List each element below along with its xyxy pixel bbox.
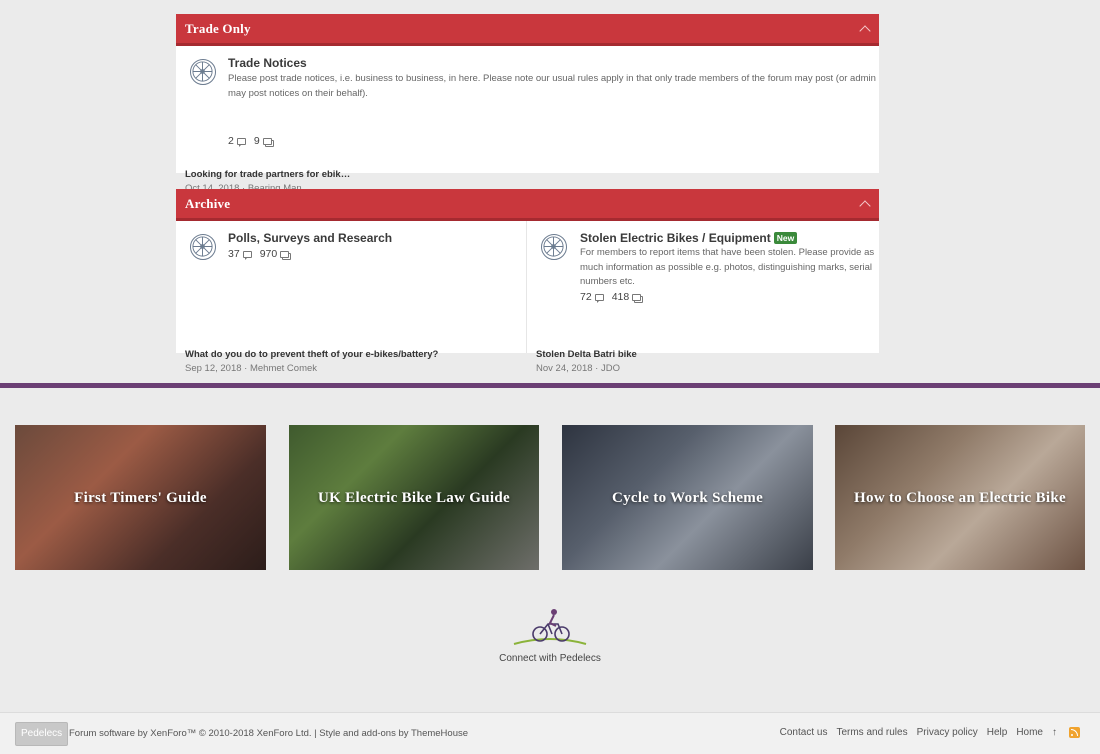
message-count-icon bbox=[280, 250, 290, 258]
forum-description-line: may post notices on their behalf). bbox=[228, 87, 368, 99]
thread-count: 37 bbox=[228, 248, 240, 260]
thread-count: 2 bbox=[228, 135, 234, 147]
forum-stats: 72 418 bbox=[580, 291, 645, 303]
latest-post-title[interactable]: What do you do to prevent theft of your … bbox=[185, 348, 515, 362]
forum-description-line: numbers etc. bbox=[580, 276, 635, 287]
forum-description: For members to report items that have be… bbox=[580, 246, 876, 290]
help-link[interactable]: Help bbox=[987, 727, 1008, 738]
chevron-up-icon[interactable] bbox=[859, 24, 871, 37]
forum-title-polls[interactable]: Polls, Surveys and Research bbox=[228, 231, 392, 245]
thread-count-icon bbox=[236, 137, 246, 147]
home-link[interactable]: Home bbox=[1016, 727, 1043, 738]
forum-title-stolen-link[interactable]: Stolen Electric Bikes / Equipment bbox=[580, 231, 771, 245]
thread-count-icon bbox=[242, 250, 252, 260]
trade-category-title[interactable]: Trade Only bbox=[185, 21, 251, 37]
latest-post-meta[interactable]: Sep 12, 2018 · Mehmet Comek bbox=[185, 362, 515, 376]
latest-post: Stolen Delta Batri bike Nov 24, 2018 · J… bbox=[536, 348, 866, 376]
forum-description-line: Please post trade notices, i.e. business… bbox=[228, 73, 876, 84]
footer-links: Contact us Terms and rules Privacy polic… bbox=[771, 727, 1080, 738]
connect-label: Connect with Pedelecs bbox=[499, 653, 601, 664]
latest-post-title[interactable]: Looking for trade partners for ebik… bbox=[185, 168, 435, 182]
trade-category-header[interactable]: Trade Only bbox=[176, 14, 879, 46]
archive-category-title[interactable]: Archive bbox=[185, 196, 230, 212]
back-to-top-icon[interactable]: ↑ bbox=[1052, 727, 1057, 738]
terms-link[interactable]: Terms and rules bbox=[836, 727, 907, 738]
archive-panel: Polls, Surveys and Research 37 970 What … bbox=[176, 221, 879, 374]
message-count: 9 bbox=[253, 135, 260, 147]
message-count: 418 bbox=[611, 291, 630, 303]
forum-title-stolen: Stolen Electric Bikes / Equipment New bbox=[580, 231, 798, 245]
tile-cycle-to-work-label[interactable]: Cycle to Work Scheme bbox=[602, 488, 773, 508]
tile-choose-bike-label[interactable]: How to Choose an Electric Bike bbox=[844, 488, 1076, 508]
latest-post: What do you do to prevent theft of your … bbox=[185, 348, 515, 376]
forum-wheel-icon bbox=[541, 234, 567, 260]
latest-post-title[interactable]: Stolen Delta Batri bike bbox=[536, 348, 866, 362]
style-chooser-button[interactable]: Pedelecs bbox=[15, 722, 69, 746]
forum-stats: 37 970 bbox=[228, 248, 293, 260]
forum-description-line: much information as possible e.g. photos… bbox=[580, 261, 873, 273]
archive-category: Archive Polls, Surveys and Research 37 9… bbox=[176, 189, 879, 374]
trade-notices-forum: Trade Notices Please post trade notices,… bbox=[176, 46, 879, 194]
forum-wheel-icon bbox=[190, 234, 216, 260]
tile-cycle-to-work[interactable]: Cycle to Work Scheme bbox=[562, 425, 813, 570]
tile-uk-law[interactable]: UK Electric Bike Law Guide bbox=[289, 425, 539, 570]
trade-category: Trade Only Trade Notices Please post tra… bbox=[176, 14, 879, 194]
tile-first-timers[interactable]: First Timers' Guide bbox=[15, 425, 266, 570]
rss-icon[interactable] bbox=[1069, 727, 1080, 738]
latest-post-meta[interactable]: Nov 24, 2018 · JDO bbox=[536, 362, 866, 376]
forum-description: Please post trade notices, i.e. business… bbox=[228, 72, 876, 101]
forum-description-line: For members to report items that have be… bbox=[580, 247, 875, 258]
tile-uk-law-label[interactable]: UK Electric Bike Law Guide bbox=[308, 488, 520, 508]
section-divider bbox=[0, 383, 1100, 388]
footer: Pedelecs Forum software by XenForo™ © 20… bbox=[0, 712, 1100, 754]
message-count-icon bbox=[632, 293, 642, 301]
forum-stats: 2 9 bbox=[228, 135, 276, 147]
archive-category-header[interactable]: Archive bbox=[176, 189, 879, 221]
new-badge: New bbox=[773, 232, 798, 244]
forum-wheel-icon bbox=[190, 59, 216, 85]
chevron-up-icon[interactable] bbox=[859, 199, 871, 212]
thread-count: 72 bbox=[580, 291, 592, 303]
thread-count-icon bbox=[594, 293, 604, 303]
copyright: Forum software by XenForo™ © 2010-2018 X… bbox=[69, 728, 469, 739]
tile-first-timers-label[interactable]: First Timers' Guide bbox=[64, 488, 217, 508]
contact-link[interactable]: Contact us bbox=[780, 727, 828, 738]
message-count: 970 bbox=[259, 248, 278, 260]
forum-title-trade-notices[interactable]: Trade Notices bbox=[228, 56, 307, 70]
pedelecs-logo[interactable] bbox=[510, 604, 590, 648]
message-count-icon bbox=[262, 137, 272, 145]
column-divider bbox=[526, 221, 527, 353]
privacy-link[interactable]: Privacy policy bbox=[917, 727, 978, 738]
tile-choose-bike[interactable]: How to Choose an Electric Bike bbox=[835, 425, 1085, 570]
